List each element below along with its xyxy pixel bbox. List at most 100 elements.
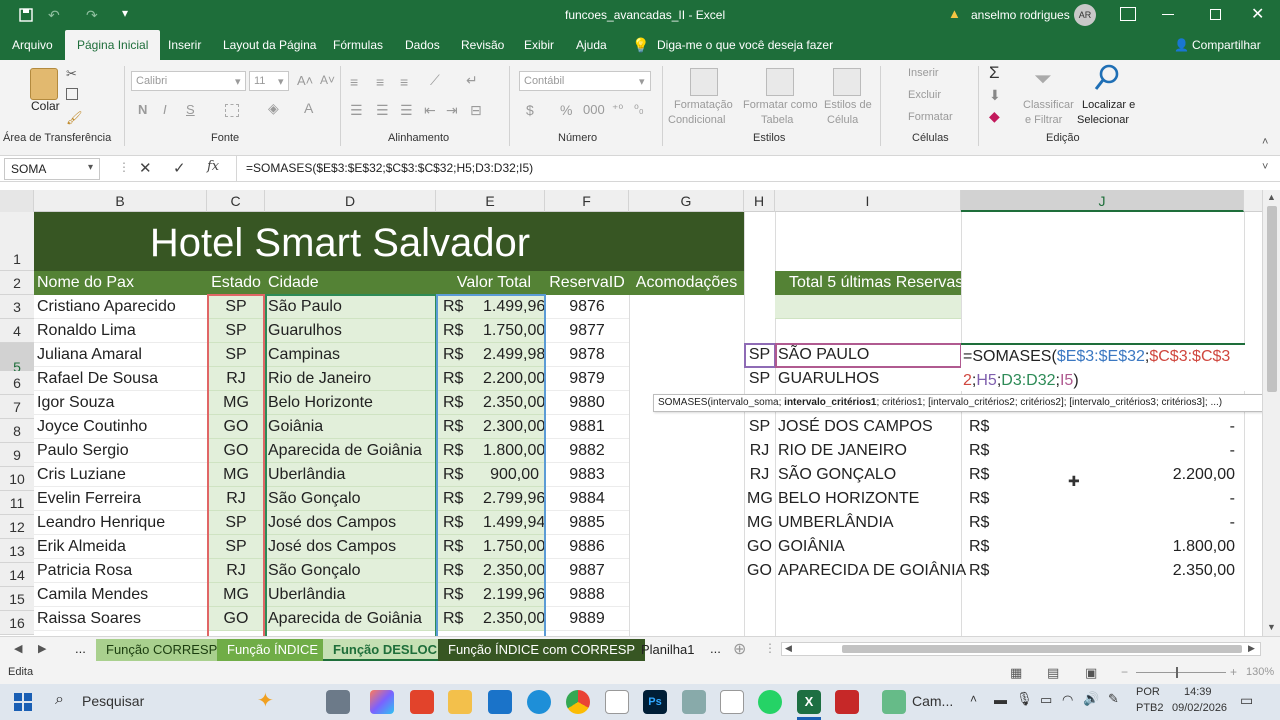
summary-currency[interactable]: R$: [966, 487, 1006, 511]
customize-qat-icon[interactable]: ▾: [122, 6, 128, 20]
summary-city[interactable]: SÃO GONÇALO: [775, 463, 961, 487]
row-header[interactable]: 7: [0, 395, 34, 419]
cell-estado[interactable]: GO: [207, 415, 265, 439]
share-button[interactable]: Compartilhar: [1192, 30, 1261, 60]
summary-value[interactable]: -: [1100, 415, 1238, 439]
cell-estado[interactable]: SP: [207, 295, 265, 319]
cell-styles-label[interactable]: Estilos de: [824, 99, 872, 111]
summary-uf[interactable]: RJ: [744, 439, 775, 463]
orientation-icon[interactable]: ⟋: [430, 72, 440, 89]
tab-pagina-inicial[interactable]: Página Inicial: [65, 30, 161, 60]
cell-nome[interactable]: Erik Almeida: [34, 535, 207, 559]
cell-valor[interactable]: 2.199,96: [480, 583, 545, 607]
summary-uf[interactable]: SP: [744, 367, 775, 391]
cell-nome[interactable]: Juliana Amaral: [34, 343, 207, 367]
font-name-box[interactable]: Calibri ▾: [131, 71, 246, 91]
cell-estado[interactable]: GO: [207, 439, 265, 463]
column-header[interactable]: I: [775, 190, 961, 212]
row-header[interactable]: 6: [0, 371, 34, 395]
cell-estado[interactable]: RJ: [207, 487, 265, 511]
row-header[interactable]: 14: [0, 563, 34, 587]
cell-nome[interactable]: Rafael De Sousa: [34, 367, 207, 391]
document-icon[interactable]: [720, 690, 744, 714]
format-table-icon[interactable]: [766, 68, 794, 96]
cell-estado[interactable]: SP: [207, 343, 265, 367]
horizontal-scrollbar[interactable]: ◀ ▶: [781, 642, 1261, 656]
italic-icon[interactable]: I: [163, 102, 167, 117]
summary-currency[interactable]: R$: [966, 463, 1006, 487]
summary-uf[interactable]: GO: [744, 559, 775, 583]
taskbar-search[interactable]: Pesquisar: [82, 693, 144, 709]
underline-icon[interactable]: S: [186, 102, 195, 117]
cell-nome[interactable]: Camila Mendes: [34, 583, 207, 607]
row-header[interactable]: 11: [0, 491, 34, 515]
row-header[interactable]: 2: [0, 271, 34, 295]
shrink-font-icon[interactable]: A˅: [320, 73, 335, 87]
notepad-icon[interactable]: [605, 690, 629, 714]
summary-uf[interactable]: GO: [744, 535, 775, 559]
summary-uf[interactable]: SP: [744, 415, 775, 439]
paste-icon[interactable]: [30, 68, 58, 100]
cell-styles-label-2[interactable]: Célula: [827, 114, 858, 126]
formula-input[interactable]: =SOMASES($E$3:$E$32;$C$3:$C$32;H5;D3:D32…: [236, 156, 1260, 182]
summary-currency[interactable]: R$: [966, 559, 1006, 583]
fill-icon[interactable]: ⬇: [989, 87, 1001, 104]
summary-city[interactable]: JOSÉ DOS CAMPOS: [775, 415, 961, 439]
language-top[interactable]: POR: [1136, 686, 1160, 698]
tab-exibir[interactable]: Exibir: [524, 30, 554, 60]
increase-decimal-icon[interactable]: ⁺⁰: [612, 102, 623, 116]
summary-currency[interactable]: R$: [966, 415, 1006, 439]
cell-reservaid[interactable]: 9882: [545, 439, 629, 463]
cell-nome[interactable]: Ronaldo Lima: [34, 319, 207, 343]
sort-filter-label[interactable]: Classificar: [1023, 99, 1074, 111]
format-cells-button[interactable]: Formatar: [908, 111, 953, 123]
sort-filter-label-2[interactable]: e Filtrar: [1025, 114, 1062, 126]
cell-valor[interactable]: 2.200,00: [480, 367, 545, 391]
summary-value[interactable]: -: [1100, 511, 1238, 535]
cell-reservaid[interactable]: 9889: [545, 607, 629, 631]
summary-uf[interactable]: MG: [744, 487, 775, 511]
next-sheet-icon[interactable]: ▶: [38, 642, 46, 655]
language-bottom[interactable]: PTB2: [1136, 702, 1164, 714]
cell-estado[interactable]: SP: [207, 319, 265, 343]
close-icon[interactable]: ✕: [1251, 4, 1264, 24]
fill-color-icon[interactable]: ◈: [268, 100, 279, 117]
cell-cidade[interactable]: Uberlândia: [265, 463, 436, 487]
conditional-format-label[interactable]: Formatação: [674, 99, 733, 111]
zoom-slider[interactable]: [1136, 672, 1226, 673]
format-table-label[interactable]: Formatar como: [743, 99, 818, 111]
select-all-corner[interactable]: [0, 190, 34, 212]
conditional-format-icon[interactable]: [690, 68, 718, 96]
summary-value[interactable]: -: [1100, 439, 1238, 463]
cell-cidade[interactable]: Goiânia: [265, 415, 436, 439]
summary-city[interactable]: GUARULHOS: [775, 367, 961, 391]
column-header[interactable]: G: [629, 190, 744, 212]
column-header[interactable]: B: [34, 190, 207, 212]
editing-cell-j5[interactable]: =SOMASES($E$3:$E$32;$C$3:$C$32;H5;D3:D32…: [961, 343, 1245, 391]
row-header[interactable]: 12: [0, 515, 34, 539]
grow-font-icon[interactable]: A˄: [297, 73, 313, 88]
cell-nome[interactable]: Paulo Sergio: [34, 439, 207, 463]
cell-estado[interactable]: SP: [207, 535, 265, 559]
tab-arquivo[interactable]: Arquivo: [12, 30, 53, 60]
cell-nome[interactable]: Cristiano Aparecido: [34, 295, 207, 319]
user-name[interactable]: anselmo rodrigues: [971, 8, 1070, 22]
cell-reservaid[interactable]: 9885: [545, 511, 629, 535]
summary-uf[interactable]: SP: [744, 343, 775, 367]
cell-reservaid[interactable]: 9876: [545, 295, 629, 319]
outlook-icon[interactable]: [488, 690, 512, 714]
cell-estado[interactable]: RJ: [207, 367, 265, 391]
currency-icon[interactable]: $: [526, 102, 534, 118]
autosum-icon[interactable]: Σ: [989, 63, 1000, 83]
align-top-icon[interactable]: ≡: [350, 74, 358, 90]
copy-icon[interactable]: [66, 88, 78, 100]
summary-value[interactable]: 2.200,00: [1100, 463, 1238, 487]
redo-icon[interactable]: ↷: [86, 7, 98, 24]
collapse-ribbon-icon[interactable]: ˄: [1262, 136, 1268, 148]
cell-valor[interactable]: 2.350,00: [480, 391, 545, 415]
ribbon-display-icon[interactable]: [1120, 7, 1136, 21]
more-sheets-left[interactable]: ...: [75, 641, 86, 656]
cell-cidade[interactable]: Guarulhos: [265, 319, 436, 343]
cell-valor[interactable]: 1.800,00: [480, 439, 545, 463]
tab-inserir[interactable]: Inserir: [168, 30, 201, 60]
